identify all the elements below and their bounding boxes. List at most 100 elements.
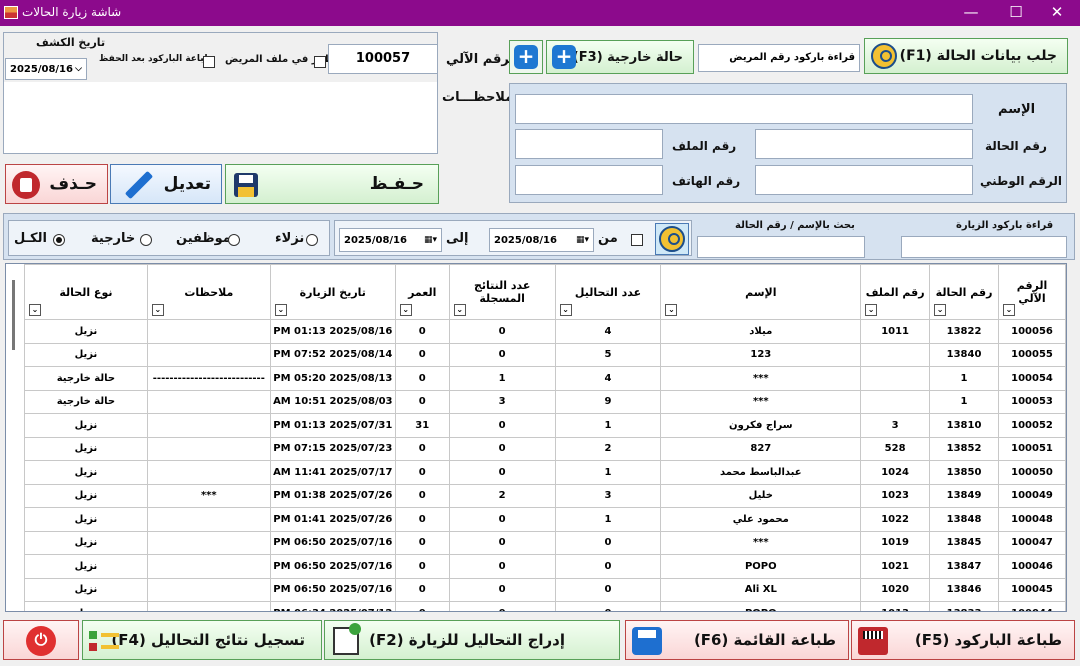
- column-header[interactable]: الإسم ⌄: [660, 264, 862, 320]
- table-row[interactable]: نزيل PM 06:50 2025/07/16 0 0 0 POPO 1021 13847 1…: [24, 554, 1066, 579]
- column-header[interactable]: رقم الملف ⌄: [860, 264, 931, 320]
- exam-date-picker[interactable]: 2025/08/16 ⌵: [5, 58, 87, 80]
- filter-dropdown-icon[interactable]: ⌄: [1003, 304, 1015, 316]
- name-field[interactable]: [515, 94, 973, 124]
- search-button[interactable]: [655, 223, 689, 255]
- insert-tests-button[interactable]: إدراج التحاليل للزيارة (F2): [324, 620, 620, 660]
- fetch-case-button[interactable]: جلب بيانات الحالة (F1): [864, 38, 1068, 74]
- table-row[interactable]: نزيل PM 07:52 2025/08/14 0 0 5 123 13840 100055: [24, 342, 1066, 367]
- table-cell: 827: [660, 436, 862, 461]
- grid-scrollbar[interactable]: [12, 280, 15, 350]
- table-cell: نزيل: [24, 413, 148, 438]
- external-case-button[interactable]: حالة خارجية (F3) +: [546, 40, 694, 74]
- radio-external-label: خارجية: [91, 231, 136, 246]
- table-row[interactable]: نزيل *** PM 01:38 2025/07/26 0 2 3 خليل 1023 138…: [24, 483, 1066, 508]
- table-row[interactable]: نزيل PM 01:13 2025/08/16 0 0 4 ميلاد 1011 13822…: [24, 319, 1066, 344]
- radio-all[interactable]: [53, 234, 65, 246]
- column-header[interactable]: عدد التحاليل ⌄: [554, 264, 662, 320]
- close-button[interactable]: ✕: [1034, 0, 1080, 26]
- table-cell: 13849: [929, 483, 999, 508]
- radio-residents[interactable]: [306, 234, 318, 246]
- column-header[interactable]: الرقم الآلي ⌄: [998, 264, 1066, 320]
- column-header[interactable]: العمر ⌄: [394, 264, 450, 320]
- table-row[interactable]: نزيل PM 01:41 2025/07/26 0 0 1 محمود علي 1022 1…: [24, 507, 1066, 532]
- column-header[interactable]: تاريخ الزيارة ⌄: [269, 264, 396, 320]
- visit-barcode-input[interactable]: [901, 236, 1067, 258]
- barcode-patient-input[interactable]: قراءة باركود رقم المريض: [698, 44, 860, 72]
- table-cell: 3: [448, 389, 556, 414]
- column-header[interactable]: ملاحظات ⌄: [146, 264, 271, 320]
- column-header[interactable]: رقم الحالة ⌄: [929, 264, 999, 320]
- maximize-button[interactable]: ☐: [993, 0, 1039, 26]
- table-cell: 0: [394, 554, 450, 579]
- table-row[interactable]: حالة خارجية --------------------------- PM…: [24, 366, 1066, 391]
- save-button[interactable]: حـفـظ: [225, 164, 439, 204]
- table-cell: ميلاد: [660, 319, 862, 344]
- table-cell: 13840: [929, 342, 999, 367]
- table-cell: 1: [554, 507, 662, 532]
- column-header-label: ملاحظات: [184, 285, 234, 299]
- print-barcode-after-save-checkbox[interactable]: [203, 56, 215, 68]
- national-id-field[interactable]: [755, 165, 973, 195]
- from-date-picker[interactable]: 2025/08/16 ▦▾: [489, 228, 594, 252]
- table-row[interactable]: نزيل PM 01:13 2025/07/31 31 0 1 سراج فكرون 3 13…: [24, 413, 1066, 438]
- print-list-button[interactable]: طباعة القائمة (F6): [625, 620, 849, 660]
- auto-number-field[interactable]: 100057: [328, 44, 438, 74]
- table-cell: 0: [394, 483, 450, 508]
- show-in-file-checkbox[interactable]: [314, 56, 326, 68]
- filter-dropdown-icon[interactable]: ⌄: [559, 304, 572, 316]
- table-row[interactable]: نزيلPM 06:34 2025/07/12000POPO1013138331…: [24, 601, 1066, 611]
- column-header-label: الإسم: [745, 285, 777, 299]
- radio-staff[interactable]: [228, 234, 240, 246]
- column-header-label: رقم الحالة: [935, 285, 993, 299]
- add-button-frame[interactable]: +: [509, 40, 543, 74]
- table-cell: 13848: [929, 507, 999, 532]
- phone-field[interactable]: [515, 165, 663, 195]
- grid-header-row: نوع الحالة ⌄ ملاحظات ⌄ تاريخ الزيارة ⌄ العمر ⌄ ع…: [24, 264, 1066, 320]
- edit-button[interactable]: تعديل: [110, 164, 222, 204]
- date-filter-checkbox[interactable]: [631, 234, 643, 246]
- record-results-button[interactable]: تسجيل نتائج التحاليل (F4): [82, 620, 322, 660]
- table-cell: نزيل: [24, 436, 148, 461]
- column-header-label: الرقم الآلي: [1016, 279, 1048, 305]
- file-no-field[interactable]: [515, 129, 663, 159]
- table-row[interactable]: حالة خارجية AM 10:51 2025/08/03 0 3 9 *** 1 100…: [24, 389, 1066, 414]
- table-cell: PM 05:20 2025/08/13: [269, 366, 396, 391]
- filter-dropdown-icon[interactable]: ⌄: [453, 304, 466, 316]
- trash-icon: [12, 171, 40, 199]
- table-cell: 1: [554, 413, 662, 438]
- column-header[interactable]: نوع الحالة ⌄: [24, 264, 148, 320]
- table-row[interactable]: نزيل PM 07:15 2025/07/23 0 0 2 827 528 13852 100…: [24, 436, 1066, 461]
- print-barcode-button[interactable]: طباعة الباركود (F5): [851, 620, 1075, 660]
- radio-residents-label: نزلاء: [275, 231, 305, 246]
- table-cell: 100046: [998, 554, 1066, 579]
- table-cell: نزيل: [24, 483, 148, 508]
- minimize-button[interactable]: —: [948, 0, 994, 26]
- filter-dropdown-icon[interactable]: ⌄: [151, 304, 164, 316]
- filter-dropdown-icon[interactable]: ⌄: [934, 304, 947, 316]
- table-cell: ---------------------------: [146, 366, 271, 391]
- exit-button[interactable]: ⏻: [3, 620, 79, 660]
- column-header[interactable]: عدد النتائج المسجلة ⌄: [448, 264, 556, 320]
- case-no-field[interactable]: [755, 129, 973, 159]
- filter-dropdown-icon[interactable]: ⌄: [399, 304, 412, 316]
- filter-dropdown-icon[interactable]: ⌄: [274, 304, 287, 316]
- visits-table: نوع الحالة ⌄ ملاحظات ⌄ تاريخ الزيارة ⌄ العمر ⌄ ع…: [24, 264, 1066, 611]
- table-cell: [860, 342, 931, 367]
- visit-barcode-label: قراءة باركود الزيارة: [956, 220, 1054, 231]
- filter-dropdown-icon[interactable]: ⌄: [865, 304, 878, 316]
- table-row[interactable]: نزيل PM 06:50 2025/07/16 0 0 0 *** 1019 13845 10…: [24, 530, 1066, 555]
- table-row[interactable]: نزيل PM 06:50 2025/07/16 0 0 0 Ali XL 1020 1384…: [24, 577, 1066, 602]
- search-input[interactable]: [697, 236, 865, 258]
- table-cell: 0: [554, 601, 662, 611]
- radio-external[interactable]: [140, 234, 152, 246]
- to-date-picker[interactable]: 2025/08/16 ▦▾: [339, 228, 442, 252]
- delete-button[interactable]: حـذف: [5, 164, 108, 204]
- table-cell: 1: [929, 366, 999, 391]
- table-row[interactable]: نزيل AM 11:41 2025/07/17 0 0 1 عبدالباسط محمد…: [24, 460, 1066, 485]
- table-cell: 100054: [998, 366, 1066, 391]
- filter-dropdown-icon[interactable]: ⌄: [665, 304, 678, 316]
- filter-dropdown-icon[interactable]: ⌄: [29, 304, 41, 316]
- table-cell: 0: [394, 436, 450, 461]
- table-cell: PM 01:13 2025/08/16: [269, 319, 396, 344]
